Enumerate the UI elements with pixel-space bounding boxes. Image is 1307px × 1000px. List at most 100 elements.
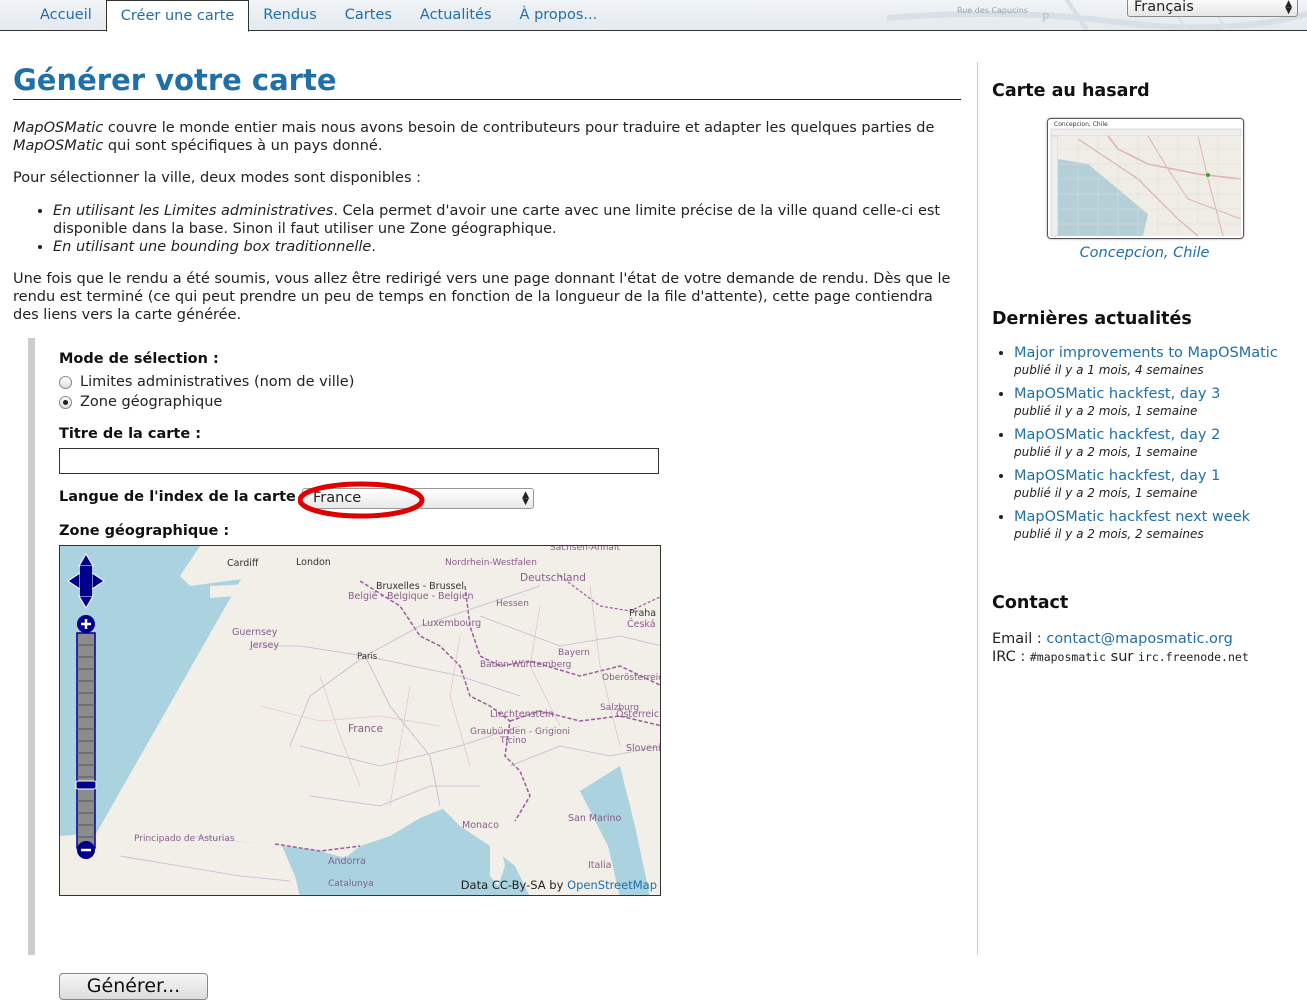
map-label: Nordrhein-Westfalen [445,558,537,568]
tab-creer-une-carte[interactable]: Créer une carte [105,0,250,32]
brand-name: MapOSMatic [13,138,104,154]
top-navigation-bar: Rue des Capucins P Accueil Créer une car… [0,0,1307,32]
list-item: Major improvements to MapOSMaticpublié i… [1014,344,1302,378]
tab-rendus[interactable]: Rendus [249,0,330,30]
list-item: En utilisant une bounding box traditionn… [53,238,961,256]
geo-zone-label: Zone géographique : [59,523,230,539]
news-link[interactable]: MapOSMatic hackfest, day 2 [1014,426,1302,444]
map-label: Česká [627,619,656,630]
radio-admin-label: Limites administratives (nom de ville) [80,374,355,390]
radio-bbox-row[interactable]: Zone géographique [59,394,222,410]
map-label: Ticino [500,736,527,746]
openstreetmap-link[interactable]: OpenStreetMap [567,878,657,892]
map-label: Andorra [328,856,366,867]
map-label: London [296,557,331,568]
map-zoom-controls [67,553,105,859]
news-heading: Dernières actualités [992,309,1192,329]
map-label: Liechtenstein [490,709,554,720]
news-date: publié il y a 1 mois, 4 semaines [1014,363,1204,377]
map-label: Praha [629,608,657,619]
map-label: Catalunya [328,879,374,889]
tab-cartes[interactable]: Cartes [331,0,406,30]
sidebar: Carte au hasard Concepcion, Chile Concep… [977,62,1307,955]
intro-paragraph: MapOSMatic couvre le monde entier mais n… [13,120,935,154]
pan-arrows-icon[interactable] [67,553,105,609]
tab-a-propos[interactable]: À propos... [506,0,612,30]
news-date: publié il y a 2 mois, 1 semaine [1014,445,1198,459]
irc-channel: #maposmatic [1029,650,1107,664]
zoom-in-icon[interactable] [77,615,95,633]
list-item: MapOSMatic hackfest, day 3publié il y a … [1014,385,1302,419]
map-label: Principado de Asturias [134,834,235,844]
zoom-slider-track[interactable] [75,632,97,849]
index-language-select[interactable]: France ▲ ▼ [302,488,534,509]
radio-admin-row[interactable]: Limites administratives (nom de ville) [59,374,354,390]
random-map-caption[interactable]: Concepcion, Chile [978,245,1307,261]
site-language-select[interactable]: Français ▲ ▼ [1127,0,1298,17]
map-form: Mode de sélection : Limites administrati… [28,338,668,1000]
news-list: Major improvements to MapOSMaticpublié i… [992,344,1302,549]
map-label: Hessen [496,599,529,609]
svg-text:P: P [1042,11,1049,25]
index-language-label: Langue de l'index de la carte [59,489,296,505]
map-label: Cardiff [227,558,259,569]
map-label: Oberösterreich [602,673,660,683]
map-label: Österreich [616,709,661,720]
map-label: Paris [357,652,378,662]
map-attribution: Data CC-By-SA by OpenStreetMap [460,878,657,892]
contact-heading: Contact [992,593,1069,613]
map-label: Monaco [462,820,499,831]
contact-info: Email : contact@maposmatic.org IRC : #ma… [992,631,1249,665]
radio-bbox[interactable] [59,395,72,409]
news-date: publié il y a 2 mois, 2 semaines [1014,527,1204,541]
map-label: San Marino [568,813,622,824]
thumbnail-title: Concepcion, Chile [1054,121,1108,128]
map-label: België - Belgique - Belgien [348,591,474,602]
random-map-thumbnail[interactable]: Concepcion, Chile [1047,118,1244,239]
after-submit-paragraph: Une fois que le rendu a été soumis, vous… [13,271,951,323]
map-label: Luxembourg [422,618,482,629]
map-label: Baden-Württemberg [480,660,572,670]
map-label: Slovenija [626,743,661,754]
list-item: MapOSMatic hackfest next weekpublié il y… [1014,508,1302,542]
selection-mode-label: Mode de sélection : [59,351,219,367]
list-item: MapOSMatic hackfest, day 1publié il y a … [1014,467,1302,501]
radio-bbox-label: Zone géographique [80,394,223,410]
news-link[interactable]: MapOSMatic hackfest, day 1 [1014,467,1302,485]
map-viewport[interactable]: Cardiff London Sachsen-Anhalt Nordrhein-… [59,545,661,896]
generate-button[interactable]: Générer... [59,973,208,1000]
zoom-out-icon[interactable] [77,841,95,859]
map-label: Bayern [558,648,590,658]
page-title: Générer votre carte [13,62,961,100]
site-language-value: Français [1134,0,1194,15]
list-item: MapOSMatic hackfest, day 2publié il y a … [1014,426,1302,460]
news-link[interactable]: MapOSMatic hackfest, day 3 [1014,385,1302,403]
tab-accueil[interactable]: Accueil [26,0,106,30]
map-label: Italia [588,860,612,871]
news-date: publié il y a 2 mois, 1 semaine [1014,404,1198,418]
index-language-value: France [313,490,362,506]
map-title-label: Titre de la carte : [59,426,202,442]
news-link[interactable]: MapOSMatic hackfest next week [1014,508,1302,526]
modes-list: En utilisant les Limites administratives… [13,202,961,256]
main-nav: Accueil Créer une carte Rendus Cartes Ac… [26,0,612,32]
list-item: En utilisant les Limites administratives… [53,202,961,238]
modes-intro: Pour sélectionner la ville, deux modes s… [13,170,422,186]
updown-arrows-icon: ▲ ▼ [522,490,529,507]
irc-server: irc.freenode.net [1137,650,1249,664]
main-content: Générer votre carte MapOSMatic couvre le… [13,62,961,1000]
header-street-label: Rue des Capucins [957,6,1028,15]
map-label: France [348,723,383,735]
radio-admin[interactable] [59,375,72,389]
random-map-heading: Carte au hasard [992,81,1150,101]
updown-arrows-icon: ▲ ▼ [1285,0,1292,16]
map-label: Deutschland [520,572,586,584]
map-label: Jersey [250,640,279,651]
brand-name: MapOSMatic [13,120,104,136]
tab-actualites[interactable]: Actualités [406,0,506,30]
map-label: Guernsey [232,627,278,638]
map-title-input[interactable] [59,448,659,474]
email-link[interactable]: contact@maposmatic.org [1046,631,1233,647]
news-link[interactable]: Major improvements to MapOSMatic [1014,344,1302,362]
map-label: Sachsen-Anhalt [550,545,620,553]
